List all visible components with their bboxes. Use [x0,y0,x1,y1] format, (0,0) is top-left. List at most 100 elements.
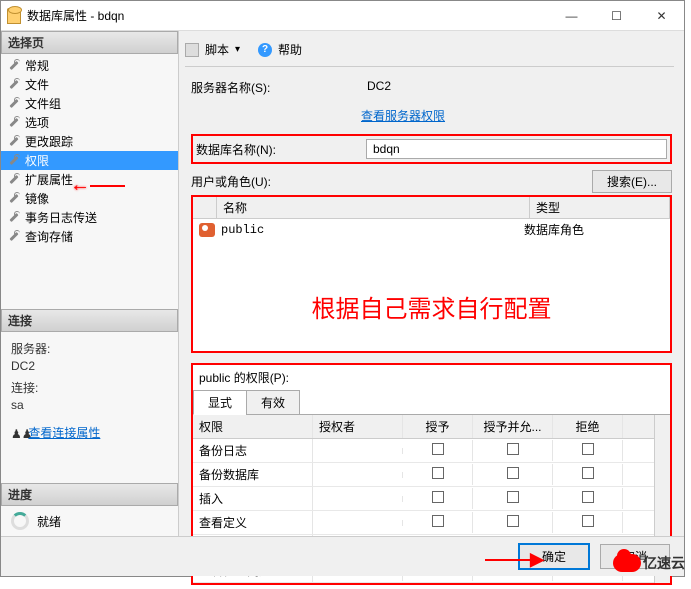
wrench-icon [7,155,21,167]
wrench-icon [7,117,21,129]
close-button[interactable]: ✕ [639,1,684,30]
script-dropdown-icon[interactable]: ▾ [235,44,240,55]
sidebar-item-filegroups[interactable]: 文件组 [1,94,178,113]
users-grid-row[interactable]: public 数据库角色 [193,219,670,240]
perm-name: 插入 [193,487,313,510]
titlebar: 数据库属性 - bdqn — ☐ ✕ [1,1,684,31]
deny-checkbox[interactable] [582,515,594,527]
main-panel: 脚本 ▾ ? 帮助 服务器名称(S): DC2 查看服务器权限 数据库名称(N)… [179,31,684,536]
help-icon: ? [258,43,272,57]
deny-checkbox[interactable] [582,491,594,503]
sidebar-header-select: 选择页 [1,31,178,54]
annotation-box-dbname: 数据库名称(N): [191,134,672,164]
perm-grantor [313,496,403,502]
window-title: 数据库属性 - bdqn [27,7,549,24]
view-connection-props-link[interactable]: 查看连接属性 [28,424,100,441]
server-value: DC2 [11,359,168,373]
users-roles-label: 用户或角色(U): [191,173,592,190]
wrench-icon [7,136,21,148]
script-button[interactable]: 脚本 [205,41,229,58]
deny-checkbox[interactable] [582,443,594,455]
progress-spinner-icon [11,512,29,530]
perm-row[interactable]: 备份数据库 [193,463,654,487]
sidebar-item-logshipping[interactable]: 事务日志传送 [1,208,178,227]
row-type: 数据库角色 [524,221,664,238]
connection-label: 连接: [11,379,168,396]
dialog-footer: ▶ 确定 取消 [1,536,684,576]
sidebar-item-extended[interactable]: 扩展属性 [1,170,178,189]
minimize-button[interactable]: — [549,1,594,30]
perm-row[interactable]: 插入 [193,487,654,511]
grant-checkbox[interactable] [432,515,444,527]
sidebar-page-list: 常规 文件 文件组 选项 更改跟踪 权限 扩展属性 镜像 事务日志传送 查询存储 [1,54,178,248]
watermark-text: 亿速云 [643,553,685,573]
help-button[interactable]: 帮助 [278,41,302,58]
tab-effective[interactable]: 有效 [246,390,300,415]
perm-name: 查看定义 [193,511,313,534]
col-grantor[interactable]: 授权者 [313,415,403,438]
role-icon [199,223,215,237]
view-server-perms-link[interactable]: 查看服务器权限 [361,107,445,124]
with-grant-checkbox[interactable] [507,443,519,455]
perm-grantor [313,472,403,478]
deny-checkbox[interactable] [582,467,594,479]
wrench-icon [7,231,21,243]
dialog-window: 数据库属性 - bdqn — ☐ ✕ 选择页 常规 文件 文件组 选项 更改跟踪… [0,0,685,577]
wrench-icon [7,174,21,186]
sidebar-header-progress: 进度 [1,483,178,506]
col-name[interactable]: 名称 [217,197,530,218]
server-label: 服务器: [11,340,168,357]
progress-status: 就绪 [37,513,61,530]
tab-explicit[interactable]: 显式 [193,390,247,415]
search-button[interactable]: 搜索(E)... [592,170,672,193]
connection-value: sa [11,398,168,412]
cloud-icon [613,554,641,572]
perm-grantor [313,520,403,526]
col-deny[interactable]: 拒绝 [553,415,623,438]
server-name-value: DC2 [361,77,672,97]
col-grant[interactable]: 授予 [403,415,473,438]
toolbar: 脚本 ▾ ? 帮助 [185,39,674,67]
sidebar-item-changetracking[interactable]: 更改跟踪 [1,132,178,151]
perm-name: 备份日志 [193,439,313,462]
grant-checkbox[interactable] [432,491,444,503]
col-permission[interactable]: 权限 [193,415,313,438]
with-grant-checkbox[interactable] [507,491,519,503]
wrench-icon [7,98,21,110]
sidebar-item-mirroring[interactable]: 镜像 [1,189,178,208]
sidebar-header-connection: 连接 [1,309,178,332]
perm-grantor [313,448,403,454]
users-roles-grid: 名称 类型 public 数据库角色 根据自己需求自行配置 [191,195,672,353]
sidebar-item-permissions[interactable]: 权限 [1,151,178,170]
sidebar-item-options[interactable]: 选项 [1,113,178,132]
sidebar: 选择页 常规 文件 文件组 选项 更改跟踪 权限 扩展属性 镜像 事务日志传送 … [1,31,179,536]
maximize-button[interactable]: ☐ [594,1,639,30]
script-icon [185,43,199,57]
wrench-icon [7,60,21,72]
with-grant-checkbox[interactable] [507,515,519,527]
sidebar-item-files[interactable]: 文件 [1,75,178,94]
server-name-label: 服务器名称(S): [191,79,361,96]
wrench-icon [7,79,21,91]
sidebar-item-querystore[interactable]: 查询存储 [1,227,178,246]
db-name-label: 数据库名称(N): [196,141,366,158]
col-type[interactable]: 类型 [530,197,670,218]
wrench-icon [7,212,21,224]
grant-checkbox[interactable] [432,467,444,479]
sidebar-item-general[interactable]: 常规 [1,56,178,75]
with-grant-checkbox[interactable] [507,467,519,479]
connection-info: 服务器: DC2 连接: sa ♟♟ 查看连接属性 [1,332,178,453]
wrench-icon [7,193,21,205]
database-icon [7,8,21,24]
perm-name: 备份数据库 [193,463,313,486]
annotation-text: 根据自己需求自行配置 [193,289,670,324]
grant-checkbox[interactable] [432,443,444,455]
people-icon: ♟♟ [11,427,25,441]
db-name-input[interactable] [366,139,667,159]
watermark: 亿速云 [613,553,685,573]
annotation-arrow-icon: ▶ [485,549,544,570]
perm-row[interactable]: 查看定义 [193,511,654,535]
perm-row[interactable]: 备份日志 [193,439,654,463]
row-name: public [221,223,524,237]
col-with-grant[interactable]: 授予并允... [473,415,553,438]
